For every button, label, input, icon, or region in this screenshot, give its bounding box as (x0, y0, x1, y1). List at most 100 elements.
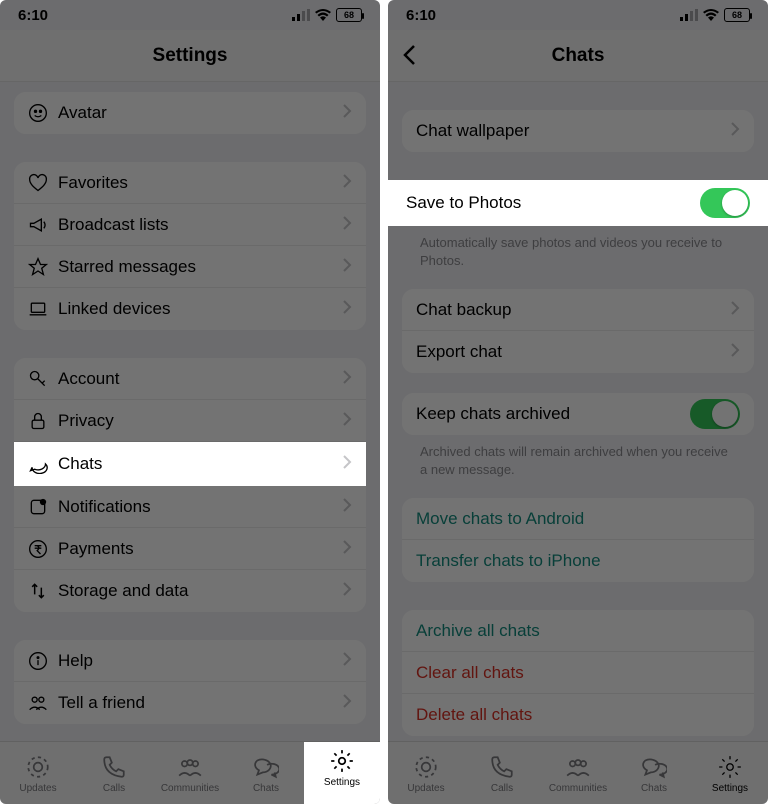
row-privacy[interactable]: Privacy (14, 400, 366, 442)
row-save-to-photos[interactable]: Save to Photos (388, 180, 768, 226)
tab-chats[interactable]: Chats (616, 754, 692, 794)
communities-icon (565, 754, 591, 780)
chevron-right-icon (343, 257, 352, 277)
status-time: 6:10 (18, 7, 48, 24)
row-chats[interactable]: Chats (14, 442, 366, 486)
tab-communities[interactable]: Communities (540, 754, 616, 794)
group-help: Help Tell a friend (14, 640, 366, 724)
battery-icon: 68 (724, 8, 750, 22)
group-transfer: Move chats to Android Transfer chats to … (402, 498, 754, 582)
group-archived: Keep chats archived (402, 393, 754, 435)
wifi-icon (703, 9, 719, 21)
row-favorites[interactable]: Favorites (14, 162, 366, 204)
chevron-right-icon (343, 651, 352, 671)
chevron-right-icon (343, 581, 352, 601)
phone-icon (101, 754, 127, 780)
chats-icon (253, 754, 279, 780)
row-export-chat[interactable]: Export chat (402, 331, 754, 373)
row-starred[interactable]: Starred messages (14, 246, 366, 288)
settings-screen: 6:10 68 Settings Avatar (0, 0, 380, 804)
header-settings: Settings (0, 30, 380, 82)
info-icon (28, 651, 58, 671)
group-account: Account Privacy Chats (14, 358, 366, 612)
avatar-icon (28, 103, 58, 123)
row-keep-archived[interactable]: Keep chats archived (402, 393, 754, 435)
bell-icon (28, 497, 58, 517)
header-chats: Chats (388, 30, 768, 82)
tab-bar: Updates Calls Communities Chats Settings (388, 741, 768, 804)
row-avatar[interactable]: Avatar (14, 92, 366, 134)
star-icon (28, 257, 58, 277)
chat-bubble-icon (28, 454, 58, 474)
chevron-right-icon (343, 369, 352, 389)
tab-updates[interactable]: Updates (388, 754, 464, 794)
chevron-right-icon (731, 300, 740, 320)
data-arrows-icon (28, 581, 58, 601)
row-linked[interactable]: Linked devices (14, 288, 366, 330)
gear-icon (329, 748, 355, 774)
row-payments[interactable]: Payments (14, 528, 366, 570)
chevron-right-icon (343, 454, 352, 474)
heart-icon (28, 173, 58, 193)
keep-archived-toggle[interactable] (690, 399, 740, 429)
row-storage[interactable]: Storage and data (14, 570, 366, 612)
lock-icon (28, 411, 58, 431)
wifi-icon (315, 9, 331, 21)
row-notifications[interactable]: Notifications (14, 486, 366, 528)
cellular-icon (292, 9, 310, 21)
status-time: 6:10 (406, 7, 436, 24)
page-title: Chats (552, 45, 605, 67)
archived-caption: Archived chats will remain archived when… (402, 435, 754, 478)
page-title: Settings (153, 45, 228, 67)
row-delete-all[interactable]: Delete all chats (402, 694, 754, 736)
group-backup: Chat backup Export chat (402, 289, 754, 373)
status-bar: 6:10 68 (0, 0, 380, 30)
chats-content: Chat wallpaper Save to Photos Automatica… (388, 82, 768, 796)
row-archive-all[interactable]: Archive all chats (402, 610, 754, 652)
row-chat-backup[interactable]: Chat backup (402, 289, 754, 331)
row-tell-friend[interactable]: Tell a friend (14, 682, 366, 724)
chevron-right-icon (731, 121, 740, 141)
back-button[interactable] (402, 44, 416, 71)
row-broadcast[interactable]: Broadcast lists (14, 204, 366, 246)
settings-content: Avatar Favorites Broadcast lists (0, 82, 380, 784)
save-photos-toggle[interactable] (700, 188, 750, 218)
row-move-android[interactable]: Move chats to Android (402, 498, 754, 540)
row-transfer-iphone[interactable]: Transfer chats to iPhone (402, 540, 754, 582)
row-clear-all[interactable]: Clear all chats (402, 652, 754, 694)
status-indicators: 68 (292, 8, 362, 22)
phone-icon (489, 754, 515, 780)
updates-icon (25, 754, 51, 780)
people-icon (28, 693, 58, 713)
tab-calls[interactable]: Calls (464, 754, 540, 794)
group-danger: Archive all chats Clear all chats Delete… (402, 610, 754, 736)
row-wallpaper[interactable]: Chat wallpaper (402, 110, 754, 152)
status-bar: 6:10 68 (388, 0, 768, 30)
chevron-right-icon (343, 215, 352, 235)
laptop-icon (28, 299, 58, 319)
tab-communities[interactable]: Communities (152, 754, 228, 794)
tab-updates[interactable]: Updates (0, 754, 76, 794)
group-lists: Favorites Broadcast lists Starred messag… (14, 162, 366, 330)
tab-calls[interactable]: Calls (76, 754, 152, 794)
row-account[interactable]: Account (14, 358, 366, 400)
cellular-icon (680, 9, 698, 21)
key-icon (28, 369, 58, 389)
row-help[interactable]: Help (14, 640, 366, 682)
chevron-right-icon (343, 497, 352, 517)
chevron-left-icon (402, 44, 416, 66)
gear-icon (717, 754, 743, 780)
chats-icon (641, 754, 667, 780)
battery-icon: 68 (336, 8, 362, 22)
tab-settings[interactable]: Settings (692, 754, 768, 794)
chevron-right-icon (343, 103, 352, 123)
chevron-right-icon (343, 539, 352, 559)
megaphone-icon (28, 215, 58, 235)
rupee-icon (28, 539, 58, 559)
tab-chats[interactable]: Chats (228, 754, 304, 794)
status-indicators: 68 (680, 8, 750, 22)
group-wallpaper: Chat wallpaper (402, 110, 754, 152)
tab-settings[interactable]: Settings (304, 742, 380, 804)
communities-icon (177, 754, 203, 780)
chevron-right-icon (343, 299, 352, 319)
